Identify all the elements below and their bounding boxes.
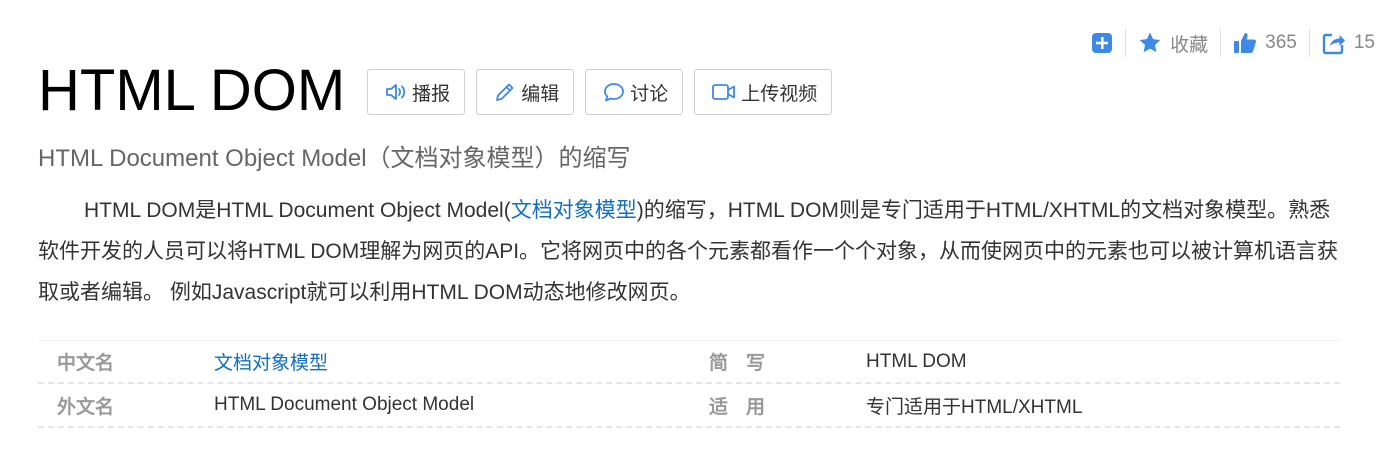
chat-bubble-icon: [604, 83, 625, 102]
info-row: 外文名 HTML Document Object Model 适用 专门适用于H…: [38, 384, 1340, 428]
summary-link[interactable]: 文档对象模型: [511, 199, 637, 222]
top-toolbar: 收藏 365 15: [1091, 28, 1375, 58]
broadcast-label: 播报: [412, 83, 451, 105]
info-key: 外文名: [57, 396, 115, 418]
info-key: 简写: [709, 353, 784, 374]
upload-video-label: 上传视频: [741, 83, 818, 105]
toolbar-divider: [1220, 29, 1222, 57]
page-title: HTML DOM: [38, 58, 346, 123]
add-square-icon: [1092, 33, 1113, 53]
basic-info-table: 中文名 文档对象模型 简写 HTML DOM 外文名 HTML Document…: [38, 340, 1340, 428]
info-key: 中文名: [57, 353, 115, 374]
info-value: 专门适用于HTML/XHTML: [866, 396, 1083, 418]
info-value-link[interactable]: 文档对象模型: [214, 348, 709, 375]
info-key: 适用: [709, 396, 784, 418]
upload-video-button[interactable]: 上传视频: [694, 69, 833, 115]
like-count: 365: [1265, 32, 1297, 53]
share-count: 15: [1353, 32, 1375, 53]
pencil-icon: [496, 83, 514, 101]
page-subtitle: HTML Document Object Model（文档对象模型）的缩写: [38, 145, 631, 172]
discuss-label: 讨论: [630, 83, 669, 105]
info-value: HTML Document Object Model: [214, 394, 475, 415]
add-button[interactable]: [1091, 28, 1113, 58]
toolbar-divider: [1308, 29, 1310, 57]
thumbs-up-icon: [1234, 33, 1257, 53]
favorite-button[interactable]: 收藏: [1138, 28, 1208, 58]
favorite-label: 收藏: [1170, 34, 1209, 56]
toolbar-divider: [1125, 29, 1127, 57]
info-row: 中文名 文档对象模型 简写 HTML DOM: [38, 340, 1340, 384]
star-icon: [1139, 32, 1161, 53]
title-row: HTML DOM 播报 编辑 讨论 上传视频: [38, 58, 843, 124]
discuss-button[interactable]: 讨论: [585, 69, 684, 115]
edit-label: 编辑: [521, 83, 560, 105]
speaker-icon: [386, 84, 406, 100]
video-camera-icon: [712, 84, 736, 100]
share-icon: [1322, 33, 1345, 55]
action-buttons: 播报 编辑 讨论 上传视频: [367, 69, 843, 115]
edit-button[interactable]: 编辑: [476, 69, 575, 115]
summary-text: HTML DOM是HTML Document Object Model(: [84, 199, 511, 222]
info-value: HTML DOM: [866, 350, 967, 372]
like-button[interactable]: 365: [1233, 28, 1297, 58]
share-button[interactable]: 15: [1322, 28, 1375, 58]
summary-paragraph: HTML DOM是HTML Document Object Model(文档对象…: [38, 190, 1343, 313]
broadcast-button[interactable]: 播报: [367, 69, 466, 115]
